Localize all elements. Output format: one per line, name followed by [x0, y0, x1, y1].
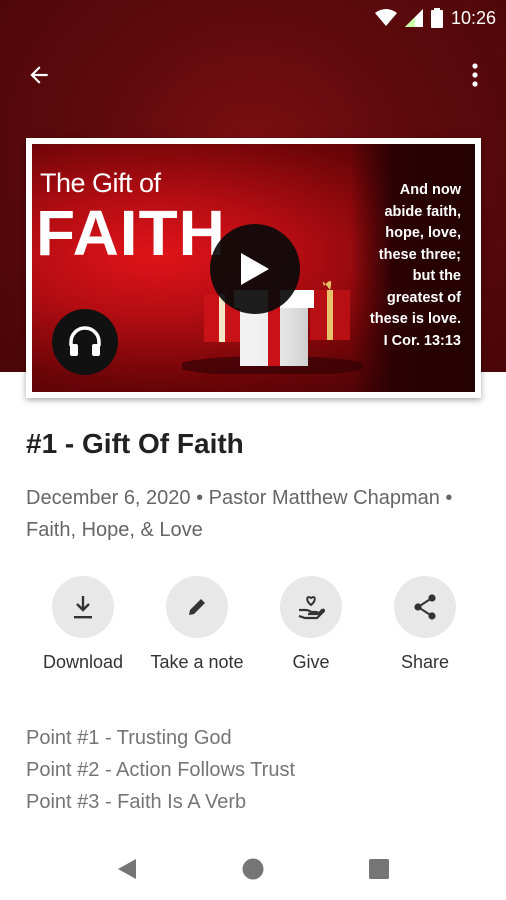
nav-recents-icon [369, 859, 389, 879]
arrow-back-icon [30, 66, 48, 84]
nav-home-icon [242, 858, 264, 880]
artwork-quote: And now abide faith, hope, love, these t… [341, 180, 461, 352]
quote-line: but the [412, 268, 461, 284]
system-nav-bar [0, 834, 506, 900]
share-button[interactable]: Share [370, 576, 480, 673]
nav-back-button[interactable] [112, 854, 142, 884]
nav-recents-button[interactable] [364, 854, 394, 884]
point-item: Point #3 - Faith Is A Verb [26, 791, 247, 813]
more-options-button[interactable] [458, 58, 492, 92]
nav-home-button[interactable] [238, 854, 268, 884]
give-label: Give [292, 652, 330, 672]
take-note-label: Take a note [150, 652, 244, 672]
sermon-meta: December 6, 2020 • Pastor Matthew Chapma… [26, 487, 453, 541]
artwork-title-big: FAITH [36, 197, 226, 269]
sermon-artwork: The Gift of FAITH And now abide faith, h… [32, 144, 475, 392]
download-circle [52, 576, 114, 638]
battery-icon [430, 8, 443, 28]
play-audio-button[interactable] [52, 309, 118, 375]
point-item: Point #1 - Trusting God [26, 727, 232, 749]
quote-line: greatest of [386, 289, 461, 306]
signal-icon [404, 9, 423, 27]
action-row: Download Take a note Give Share [0, 576, 506, 686]
back-button[interactable] [22, 58, 56, 92]
artwork-title-small: The Gift of [40, 168, 161, 198]
download-button[interactable]: Download [28, 576, 138, 673]
pencil-icon [189, 599, 205, 615]
give-circle [280, 576, 342, 638]
quote-line: these is love. [369, 311, 461, 327]
download-icon [74, 596, 92, 619]
quote-line: I Cor. 13:13 [383, 332, 461, 349]
sermon-points: Point #1 - Trusting God Point #2 - Actio… [26, 722, 295, 818]
headphones-icon [69, 326, 101, 356]
app-bar [0, 50, 506, 98]
wifi-icon [374, 9, 397, 26]
take-note-circle [166, 576, 228, 638]
give-hand-heart-icon [298, 596, 325, 620]
quote-line: And now [399, 182, 461, 198]
quote-line: hope, love, [385, 225, 461, 241]
more-vert-icon [472, 63, 478, 87]
sermon-artwork-card: The Gift of FAITH And now abide faith, h… [26, 138, 481, 398]
point-item: Point #2 - Action Follows Trust [26, 759, 296, 781]
share-icon [414, 594, 436, 620]
sermon-title: #1 - Gift Of Faith [26, 428, 244, 459]
share-label: Share [400, 652, 450, 672]
status-bar: 10:26 [0, 0, 506, 36]
download-label: Download [42, 652, 124, 672]
give-button[interactable]: Give [256, 576, 366, 673]
play-video-button[interactable] [210, 224, 300, 314]
quote-line: these three; [378, 246, 461, 263]
quote-line: abide faith, [384, 203, 461, 220]
share-circle [394, 576, 456, 638]
take-note-button[interactable]: Take a note [142, 576, 252, 673]
nav-back-icon [118, 859, 136, 879]
play-icon [241, 253, 269, 285]
status-time: 10:26 [450, 7, 496, 28]
